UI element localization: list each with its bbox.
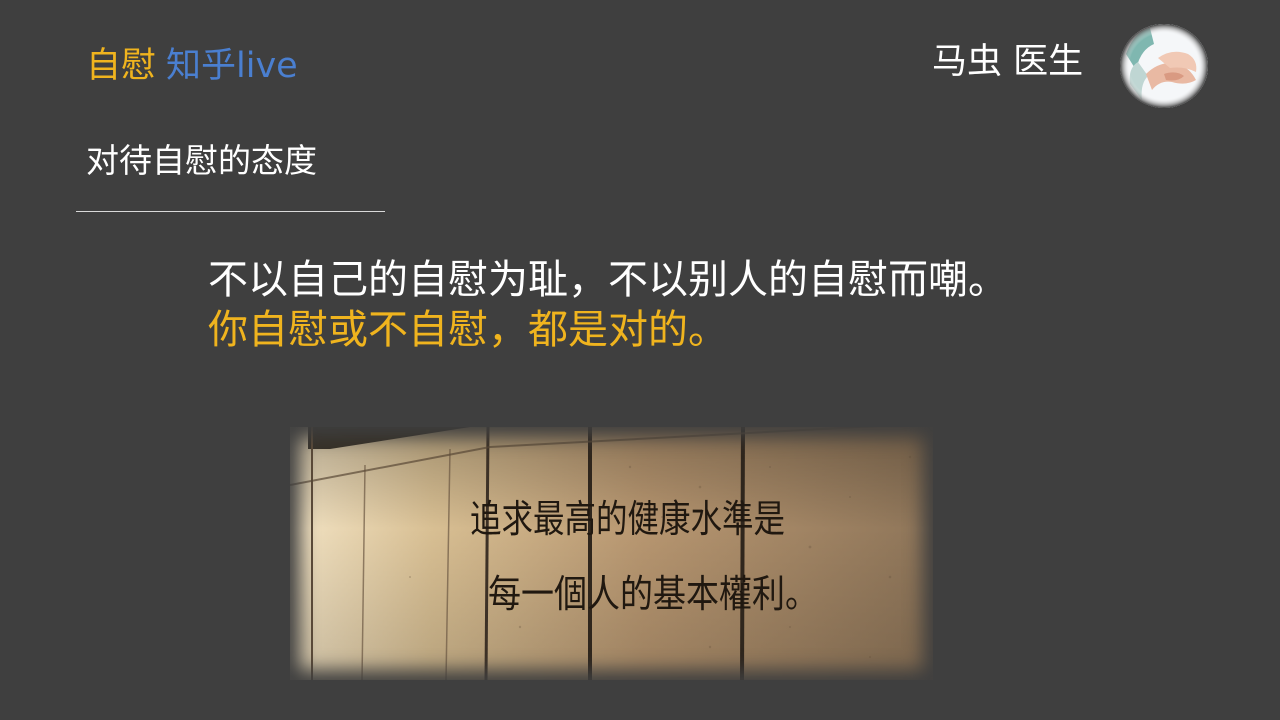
- author-name: 马虫 医生: [932, 42, 1084, 82]
- inscription-line-1: 追求最高的健康水準是: [470, 497, 785, 541]
- brand-secondary: 知乎live: [166, 46, 298, 86]
- avatar: [1120, 24, 1208, 108]
- inscription-photo: 追求最高的健康水準是 每一個人的基本權利。: [290, 427, 933, 680]
- holding-hands-image: [1120, 24, 1208, 108]
- title-divider: [76, 211, 385, 212]
- inscription-line-2: 每一個人的基本權利。: [488, 572, 818, 616]
- quote-line-2: 你自慰或不自慰，都是对的。: [208, 307, 728, 353]
- inscription-text: 追求最高的健康水準是 每一個人的基本權利。: [470, 497, 818, 616]
- brand-primary: 自慰: [86, 46, 157, 86]
- quote-line-1: 不以自己的自慰为耻，不以别人的自慰而嘲。: [208, 257, 1008, 303]
- section-title: 对待自慰的态度: [86, 141, 317, 180]
- brand-title: 自慰 知乎live: [86, 44, 298, 88]
